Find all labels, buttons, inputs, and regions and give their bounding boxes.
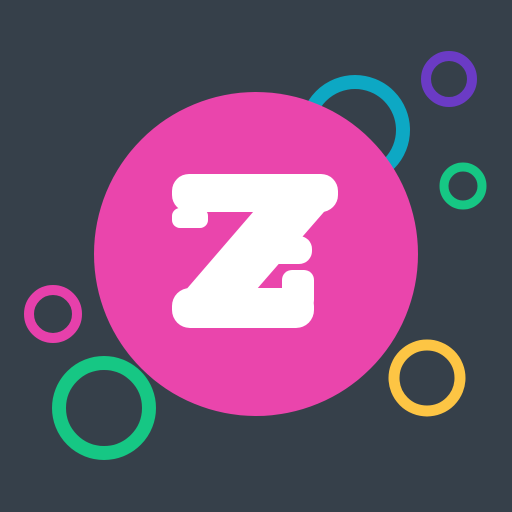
- app-icon-artwork: [24, 51, 487, 460]
- ring-yellow-icon: [388, 339, 466, 417]
- ring-green-large-icon: [52, 356, 156, 460]
- ring-purple-icon: [421, 51, 477, 107]
- ring-magenta-icon: [24, 285, 82, 343]
- ring-green-small-icon: [439, 162, 487, 210]
- app-icon: [0, 0, 512, 512]
